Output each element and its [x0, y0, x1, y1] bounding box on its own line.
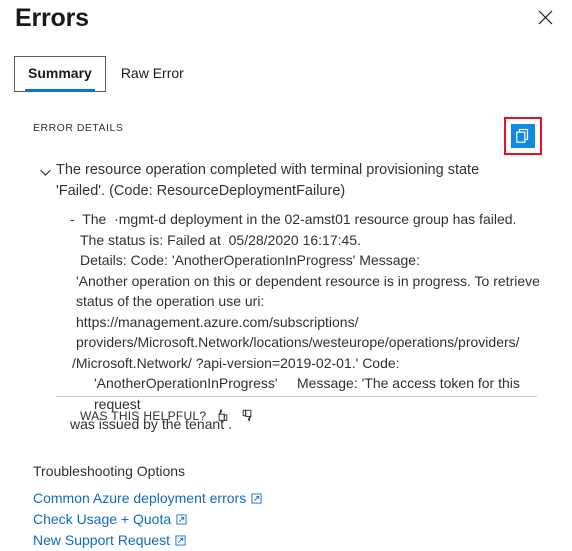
chevron-down-icon[interactable] [34, 160, 56, 179]
error-detail-line: providers/Microsoft.Network/locations/we… [76, 334, 520, 350]
error-detail-line: 'Another operation on this or dependent … [76, 272, 540, 289]
external-link-icon [175, 535, 186, 546]
link-label: New Support Request [33, 532, 170, 548]
copy-icon [511, 124, 535, 148]
tab-selected-indicator [25, 89, 95, 92]
link-common-azure-deployment-errors[interactable]: Common Azure deployment errors [33, 488, 262, 509]
error-detail-line: Details: Code: 'AnotherOperationInProgre… [80, 252, 420, 268]
link-check-usage-quota[interactable]: Check Usage + Quota [33, 509, 262, 530]
error-detail-line: /Microsoft.Network/ ?api-version=2019-02… [72, 354, 400, 371]
error-detail-panel: The resource operation completed with te… [34, 160, 544, 435]
external-link-icon [176, 514, 187, 525]
page-title: Errors [15, 4, 89, 32]
tab-raw-error-label: Raw Error [120, 65, 184, 81]
error-detail-line: - The ·mgmt-d deployment in the 02-amst0… [70, 211, 517, 227]
thumbs-up-button[interactable] [214, 408, 231, 423]
link-label: Common Azure deployment errors [33, 490, 247, 506]
external-link-icon [251, 493, 262, 504]
tab-list: Summary Raw Error [14, 56, 199, 92]
error-details-section-label: ERROR DETAILS [33, 122, 124, 134]
thumbs-up-icon [215, 408, 230, 423]
troubleshooting-links: Common Azure deployment errors Check Usa… [33, 488, 262, 551]
link-label: Check Usage + Quota [33, 511, 172, 527]
error-summary-row: The resource operation completed with te… [34, 160, 544, 202]
error-detail-line: status of the operation use uri: https:/… [76, 293, 359, 330]
error-detail-line: The status is: Failed at 05/28/2020 16:1… [80, 231, 361, 248]
feedback-label: WAS THIS HELPFUL? [80, 408, 207, 423]
error-summary-text: The resource operation completed with te… [56, 162, 480, 199]
thumbs-down-button[interactable] [239, 408, 256, 423]
feedback-row: WAS THIS HELPFUL? [80, 408, 256, 423]
close-icon [538, 10, 553, 25]
troubleshooting-heading: Troubleshooting Options [33, 463, 186, 479]
tab-summary[interactable]: Summary [14, 56, 106, 92]
section-divider [56, 396, 537, 397]
close-button[interactable] [531, 3, 559, 31]
thumbs-down-icon [240, 408, 255, 423]
tab-summary-label: Summary [28, 65, 92, 81]
link-new-support-request[interactable]: New Support Request [33, 530, 262, 551]
copy-error-button[interactable] [504, 117, 542, 155]
tab-raw-error[interactable]: Raw Error [106, 56, 199, 92]
error-detail-lines: - The ·mgmt-d deployment in the 02-amst0… [34, 209, 544, 435]
dialog-header: Errors [0, 0, 572, 44]
